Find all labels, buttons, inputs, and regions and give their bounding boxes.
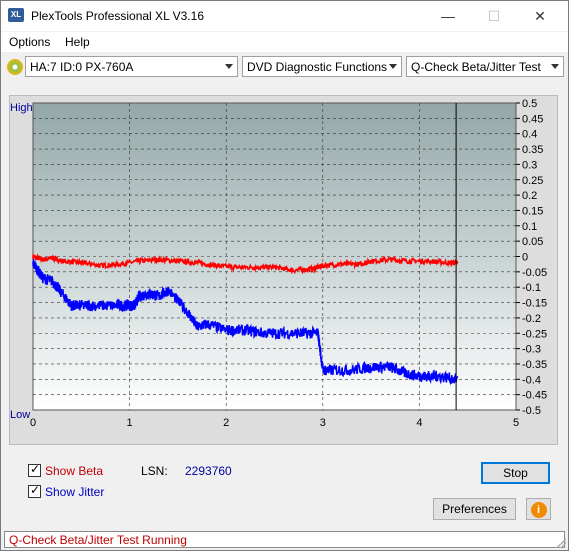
- y-tick-label: 0.15: [522, 205, 543, 217]
- x-tick-label: 3: [320, 417, 326, 429]
- toolbar: HA:7 ID:0 PX-760A DVD Diagnostic Functio…: [1, 53, 568, 81]
- y-tick-label: -0.5: [522, 405, 541, 417]
- resize-grip[interactable]: [556, 538, 566, 548]
- stop-button[interactable]: Stop: [481, 462, 550, 484]
- y-tick-label: 0.3: [522, 159, 537, 171]
- x-tick-label: 0: [30, 417, 36, 429]
- x-tick-label: 4: [416, 417, 422, 429]
- x-tick-label: 2: [223, 417, 229, 429]
- test-select[interactable]: Q-Check Beta/Jitter Test: [406, 56, 564, 77]
- y-tick-label: 0.45: [522, 113, 543, 125]
- y-tick-label: -0.15: [522, 298, 547, 310]
- y-tick-label: -0.25: [522, 328, 547, 340]
- chart-panel: 0.5 0.45 0.4 0.35 0.3 0.25 0.2 0.15 0.1 0.05 0 -0.0…: [9, 95, 558, 445]
- function-select[interactable]: DVD Diagnostic Functions: [242, 56, 402, 77]
- y-tick-label: 0.4: [522, 129, 537, 141]
- main-window: XL PlexTools Professional XL V3.16 — ☐ ✕…: [0, 0, 569, 551]
- chevron-down-icon: [389, 64, 397, 69]
- y-tick-label: 0.2: [522, 190, 537, 202]
- window-title: PlexTools Professional XL V3.16: [31, 9, 204, 23]
- show-beta-label[interactable]: Show Beta: [45, 464, 103, 478]
- drive-select-value: HA:7 ID:0 PX-760A: [30, 60, 134, 74]
- status-text: Q-Check Beta/Jitter Test Running: [9, 533, 187, 547]
- x-tick-label: 1: [127, 417, 133, 429]
- app-logo-icon: XL: [8, 8, 24, 22]
- y-tick-label: -0.1: [522, 282, 541, 294]
- x-tick-label: 5: [513, 417, 519, 429]
- chevron-down-icon: [225, 64, 233, 69]
- show-jitter-label[interactable]: Show Jitter: [45, 485, 104, 499]
- y-tick-label: -0.2: [522, 313, 541, 325]
- lsn-value: 2293760: [185, 464, 232, 478]
- close-button[interactable]: ✕: [517, 1, 563, 31]
- preferences-button[interactable]: Preferences: [433, 498, 516, 520]
- y-tick-label: 0.1: [522, 221, 537, 233]
- y-tick-label: -0.4: [522, 374, 541, 386]
- info-button[interactable]: i: [526, 498, 551, 520]
- show-beta-checkbox[interactable]: [28, 462, 41, 477]
- test-select-value: Q-Check Beta/Jitter Test: [411, 60, 541, 74]
- drive-select[interactable]: HA:7 ID:0 PX-760A: [25, 56, 238, 77]
- info-icon: i: [530, 502, 547, 518]
- y-tick-label: -0.35: [522, 359, 547, 371]
- maximize-button[interactable]: ☐: [471, 1, 517, 31]
- beta-jitter-chart: 0.5 0.45 0.4 0.35 0.3 0.25 0.2 0.15 0.1 0.05 0 -0.0…: [10, 98, 547, 429]
- menu-options[interactable]: Options: [9, 35, 50, 49]
- status-bar: Q-Check Beta/Jitter Test Running: [4, 531, 565, 548]
- y-tick-label: 0.5: [522, 98, 537, 110]
- lsn-label: LSN:: [141, 464, 168, 478]
- high-label: High: [10, 102, 33, 114]
- disc-drive-icon: [7, 59, 23, 75]
- menu-help[interactable]: Help: [65, 35, 90, 49]
- title-bar: XL PlexTools Professional XL V3.16 — ☐ ✕: [1, 1, 568, 31]
- show-jitter-checkbox[interactable]: [28, 483, 41, 498]
- menu-bar: Options Help: [1, 32, 568, 52]
- function-select-value: DVD Diagnostic Functions: [247, 60, 388, 74]
- y-tick-label: 0.05: [522, 236, 543, 248]
- y-tick-label: 0.35: [522, 144, 543, 156]
- y-tick-label: 0.25: [522, 175, 543, 187]
- y-tick-label: 0: [522, 252, 528, 264]
- minimize-button[interactable]: —: [425, 1, 471, 31]
- chevron-down-icon: [551, 64, 559, 69]
- low-label: Low: [10, 409, 30, 421]
- y-tick-label: -0.45: [522, 390, 547, 402]
- y-tick-label: -0.05: [522, 267, 547, 279]
- y-tick-label: -0.3: [522, 344, 541, 356]
